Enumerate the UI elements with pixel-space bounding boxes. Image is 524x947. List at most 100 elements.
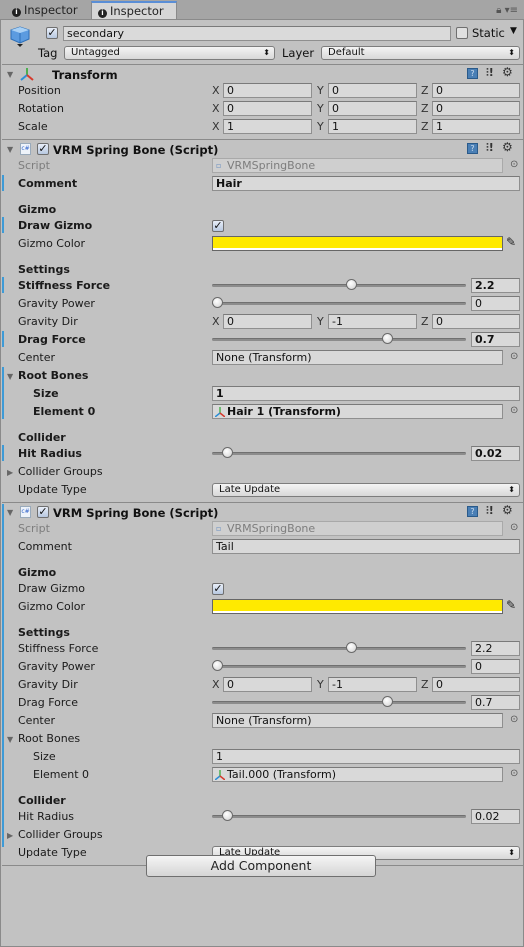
comment-field[interactable]: Tail — [212, 539, 520, 554]
hit-radius-slider-track[interactable] — [212, 452, 466, 455]
gear-icon[interactable]: ⚙ — [502, 65, 513, 79]
stiffness-force-slider-track[interactable] — [212, 647, 466, 650]
foldout-arrow-icon[interactable]: ▼ — [7, 70, 13, 79]
static-dropdown-arrow[interactable]: ▼ — [510, 26, 517, 36]
draw-gizmo-checkbox[interactable]: ✓ — [212, 220, 224, 232]
gravity-dir-x[interactable]: 0 — [223, 314, 312, 329]
transform-rotation-y[interactable]: 0 — [328, 101, 417, 116]
axis-z-label: Z — [421, 120, 429, 133]
gravity-power-value-field[interactable]: 0 — [471, 296, 520, 311]
drag-force-value-field[interactable]: 0.7 — [471, 332, 520, 347]
tab-inspector-1[interactable]: i Inspector — [6, 2, 90, 20]
gizmo-color-field[interactable] — [212, 236, 503, 251]
transform-position-x[interactable]: 0 — [223, 83, 312, 98]
root-bones-label[interactable]: Root Bones — [18, 732, 80, 746]
drag-force-slider-thumb[interactable] — [382, 333, 394, 344]
preset-icon[interactable]: ⫶! — [486, 141, 494, 155]
stiffness-force-slider-thumb[interactable] — [345, 279, 357, 290]
transform-rotation-z[interactable]: 0 — [432, 101, 520, 116]
drag-force-slider-thumb[interactable] — [382, 696, 394, 707]
static-checkbox[interactable] — [456, 27, 468, 39]
modified-indicator — [2, 445, 4, 461]
preset-icon[interactable]: ⫶! — [486, 66, 494, 80]
object-picker-icon[interactable]: ⊙ — [510, 714, 518, 725]
stiffness-force-slider-track[interactable] — [212, 284, 466, 287]
update-type-dropdown[interactable]: Late Update ⬍ — [212, 483, 520, 497]
stiffness-force-value-field[interactable]: 2.2 — [471, 278, 520, 293]
hit-radius-slider-thumb[interactable] — [221, 447, 233, 458]
element-0-field[interactable]: Tail.000 (Transform) — [212, 767, 503, 782]
transform-rotation-x[interactable]: 0 — [223, 101, 312, 116]
lock-icon[interactable]: 🔒︎ — [496, 5, 501, 16]
object-picker-icon[interactable]: ⊙ — [510, 768, 518, 779]
hit-radius-slider-thumb[interactable] — [221, 810, 233, 821]
tab-label: Inspector — [110, 4, 164, 18]
gear-icon[interactable]: ⚙ — [502, 503, 513, 517]
gravity-dir-z[interactable]: 0 — [432, 314, 520, 329]
foldout-arrow-icon[interactable]: ▼ — [7, 145, 13, 154]
collider-groups-label[interactable]: Collider Groups — [18, 828, 103, 842]
component-enabled-checkbox[interactable]: ✓ — [37, 506, 49, 518]
center-field[interactable]: None (Transform) — [212, 350, 503, 365]
gravity-dir-x[interactable]: 0 — [223, 677, 312, 692]
hit-radius-value-field[interactable]: 0.02 — [471, 446, 520, 461]
center-field[interactable]: None (Transform) — [212, 713, 503, 728]
menu-icon[interactable]: ▾≡ — [505, 5, 518, 16]
collider-groups-label[interactable]: Collider Groups — [18, 465, 103, 479]
foldout-arrow-icon[interactable]: ▶ — [7, 468, 13, 477]
gravity-power-slider-thumb[interactable] — [212, 297, 223, 308]
gravity-dir-y[interactable]: -1 — [328, 677, 417, 692]
foldout-arrow-icon[interactable]: ▼ — [7, 372, 13, 381]
object-picker-icon[interactable]: ⊙ — [510, 351, 518, 362]
gear-icon[interactable]: ⚙ — [502, 140, 513, 154]
root-bones-size-field[interactable]: 1 — [212, 386, 520, 401]
transform-scale-y[interactable]: 1 — [328, 119, 417, 134]
stiffness-force-slider-thumb[interactable] — [345, 642, 357, 653]
object-picker-icon[interactable]: ⊙ — [510, 159, 518, 170]
hit-radius-value-field[interactable]: 0.02 — [471, 809, 520, 824]
gravity-power-slider-thumb[interactable] — [212, 660, 223, 671]
layer-dropdown[interactable]: Default ⬍ — [321, 46, 520, 60]
gravity-dir-y[interactable]: -1 — [328, 314, 417, 329]
help-icon[interactable]: ? — [467, 506, 478, 517]
element-0-field[interactable]: Hair 1 (Transform) — [212, 404, 503, 419]
gravity-dir-z[interactable]: 0 — [432, 677, 520, 692]
active-checkbox[interactable]: ✓ — [46, 27, 58, 39]
root-bones-size-field[interactable]: 1 — [212, 749, 520, 764]
transform-header[interactable]: ▼ Transform ? ⫶! ⚙ — [1, 65, 523, 84]
spring-bone-header[interactable]: ▼ c# ✓ VRM Spring Bone (Script) ? ⫶! ⚙ — [1, 140, 523, 159]
drag-force-value-field[interactable]: 0.7 — [471, 695, 520, 710]
foldout-arrow-icon[interactable]: ▼ — [7, 508, 13, 517]
object-picker-icon[interactable]: ⊙ — [510, 405, 518, 416]
component-enabled-checkbox[interactable]: ✓ — [37, 143, 49, 155]
gizmo-color-field[interactable] — [212, 599, 503, 614]
hit-radius-slider-track[interactable] — [212, 815, 466, 818]
gameobject-name-field[interactable]: secondary — [63, 26, 451, 41]
stiffness-force-value-field[interactable]: 2.2 — [471, 641, 520, 656]
foldout-arrow-icon[interactable]: ▼ — [7, 735, 13, 744]
spring-bone-header[interactable]: ▼ c# ✓ VRM Spring Bone (Script) ? ⫶! ⚙ — [1, 503, 523, 522]
object-picker-icon[interactable]: ⊙ — [510, 522, 518, 533]
transform-scale-z[interactable]: 1 — [432, 119, 520, 134]
help-icon[interactable]: ? — [467, 68, 478, 79]
gravity-power-value-field[interactable]: 0 — [471, 659, 520, 674]
foldout-arrow-icon[interactable]: ▶ — [7, 831, 13, 840]
tab-inspector-2[interactable]: i Inspector — [91, 1, 177, 19]
eyedropper-icon[interactable]: ✎ — [506, 598, 516, 612]
tag-dropdown[interactable]: Untagged ⬍ — [64, 46, 275, 60]
eyedropper-icon[interactable]: ✎ — [506, 235, 516, 249]
preset-icon[interactable]: ⫶! — [486, 504, 494, 518]
add-component-button[interactable]: Add Component — [146, 855, 376, 877]
transform-position-y[interactable]: 0 — [328, 83, 417, 98]
drag-force-slider-track[interactable] — [212, 701, 466, 704]
transform-position-z[interactable]: 0 — [432, 83, 520, 98]
axis-y-label: Y — [317, 678, 324, 691]
drag-force-slider-track[interactable] — [212, 338, 466, 341]
comment-field[interactable]: Hair — [212, 176, 520, 191]
gravity-power-slider-track[interactable] — [212, 665, 466, 668]
draw-gizmo-checkbox[interactable]: ✓ — [212, 583, 224, 595]
help-icon[interactable]: ? — [467, 143, 478, 154]
transform-scale-x[interactable]: 1 — [223, 119, 312, 134]
root-bones-label[interactable]: Root Bones — [18, 369, 88, 383]
gravity-power-slider-track[interactable] — [212, 302, 466, 305]
